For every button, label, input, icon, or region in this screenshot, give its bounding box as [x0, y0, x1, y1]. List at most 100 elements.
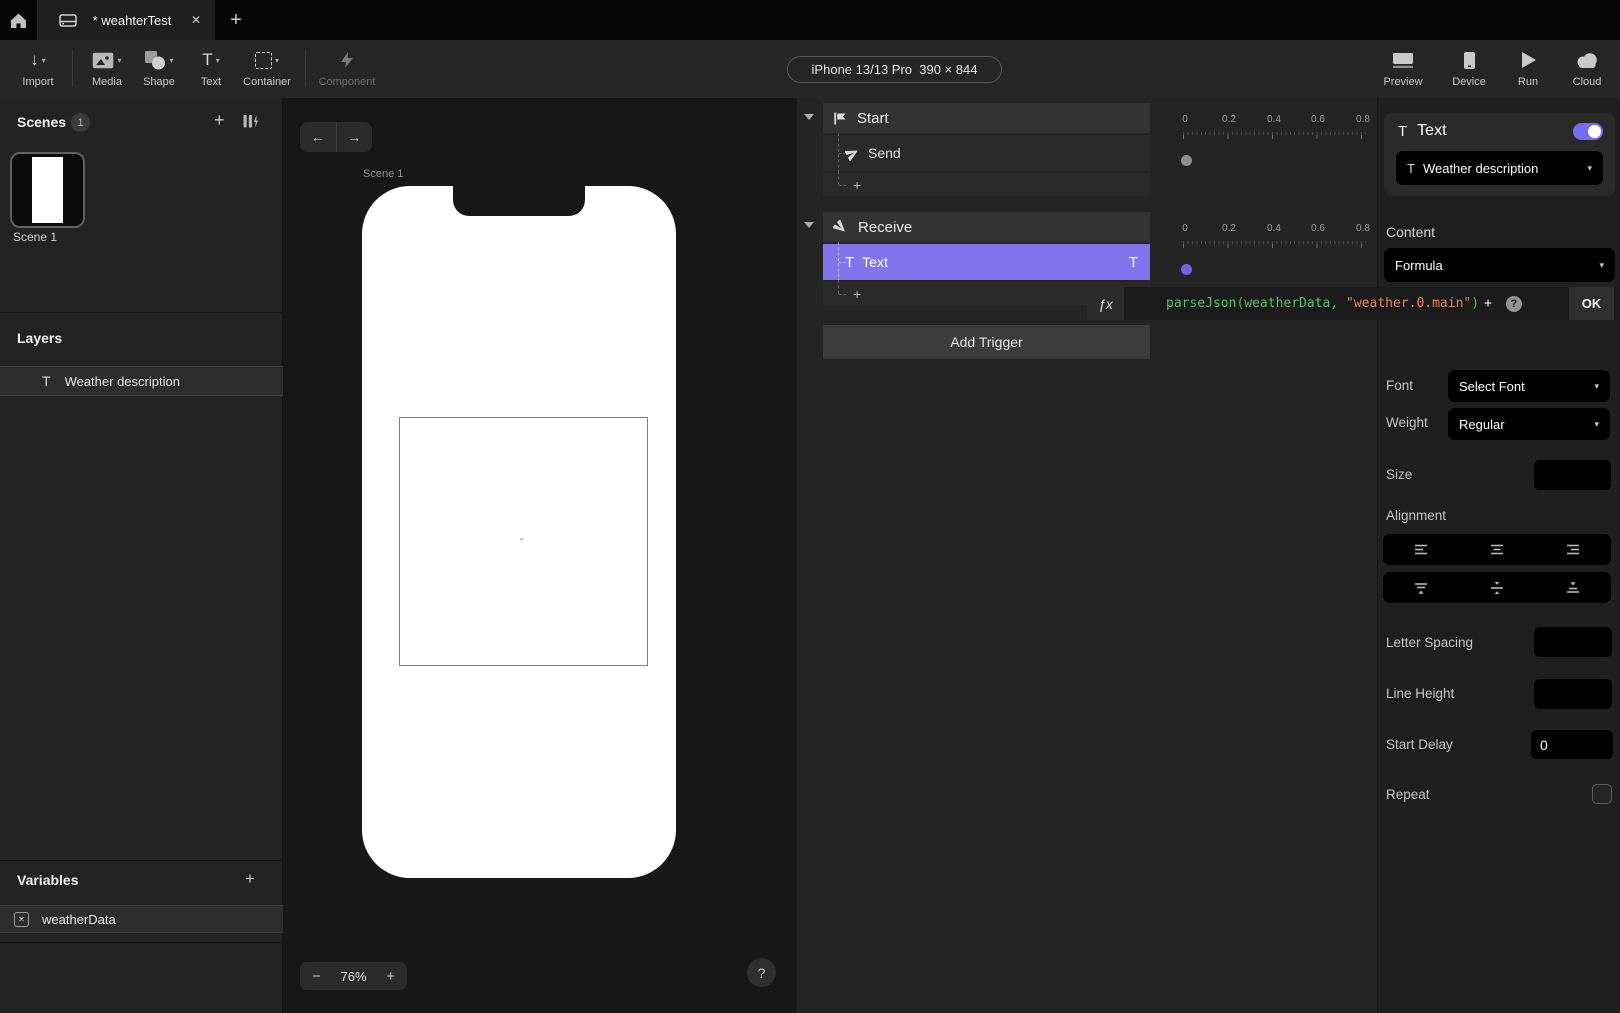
align-left-button[interactable]: [1383, 534, 1459, 565]
home-icon: [11, 13, 26, 28]
align-right-icon: [1567, 544, 1579, 555]
scene-view-toggle-button[interactable]: [242, 113, 259, 135]
receive-icon: [833, 219, 845, 232]
project-icon: [59, 13, 77, 27]
add-trigger-button[interactable]: Add Trigger: [823, 325, 1150, 359]
keyframe-dot-send[interactable]: [1181, 155, 1192, 166]
align-right-button[interactable]: [1535, 534, 1611, 565]
preview-button[interactable]: Preview: [1378, 47, 1428, 88]
formula-fx-button[interactable]: ƒx: [1087, 287, 1124, 320]
target-layer-dropdown[interactable]: T Weather description ▾: [1396, 151, 1603, 185]
line-height-input[interactable]: [1534, 679, 1612, 709]
text-tool-button[interactable]: T ▾ Text: [185, 47, 237, 88]
response-card: T Text T Weather description ▾: [1384, 113, 1615, 196]
content-type-dropdown[interactable]: Formula ▾: [1384, 248, 1615, 282]
properties-panel: T Text T Weather description ▾ Content F…: [1377, 98, 1620, 1013]
help-button[interactable]: ?: [747, 958, 776, 987]
run-tools: Preview Device Run Cloud: [1378, 47, 1612, 88]
forward-icon: →: [347, 129, 362, 145]
device-icon: [1463, 51, 1475, 69]
align-bottom-button[interactable]: [1535, 572, 1611, 603]
size-label: Size: [1386, 467, 1413, 482]
device-selector[interactable]: iPhone 13/13 Pro 390 × 844: [787, 56, 1002, 83]
formula-ok-button[interactable]: OK: [1569, 287, 1614, 320]
tree-connector: [823, 133, 846, 173]
keyframe-dot-text[interactable]: [1181, 264, 1192, 275]
toolbar-divider: [305, 51, 306, 87]
selected-text-layer-outline[interactable]: [399, 417, 648, 666]
container-button[interactable]: ▾ Container: [237, 47, 297, 88]
collapse-start-icon[interactable]: [804, 114, 814, 120]
tab-weahtertest[interactable]: * weahterTest ✕: [37, 0, 215, 40]
run-button[interactable]: Run: [1510, 47, 1546, 88]
section-divider: [0, 860, 283, 861]
trigger-list: Start Send + Receive T Text T +: [823, 103, 1150, 305]
start-delay-label: Start Delay: [1386, 737, 1453, 752]
size-input[interactable]: [1534, 460, 1611, 490]
variable-row-weatherdata[interactable]: ✕ weatherData: [0, 905, 283, 933]
plus-icon: +: [853, 176, 862, 193]
chevron-down-icon: ▾: [274, 55, 279, 65]
chevron-down-icon: ▾: [1594, 418, 1599, 429]
scene-list-lightning-icon: [243, 115, 259, 128]
cloud-button[interactable]: Cloud: [1562, 47, 1612, 88]
home-button[interactable]: [0, 0, 37, 40]
history-nav: ← →: [300, 122, 372, 152]
new-tab-button[interactable]: +: [215, 0, 257, 40]
scene-1-thumbnail[interactable]: [10, 152, 85, 228]
layers-title: Layers: [17, 330, 63, 346]
formula-string-arg: "weather.0.main": [1346, 296, 1472, 311]
align-top-button[interactable]: [1383, 572, 1459, 603]
close-icon[interactable]: ✕: [187, 11, 205, 29]
weight-dropdown[interactable]: Regular ▾: [1448, 408, 1610, 440]
repeat-checkbox[interactable]: [1592, 784, 1612, 804]
zoom-control: − 76% +: [300, 962, 407, 990]
add-response-button[interactable]: +: [823, 171, 1150, 196]
line-height-label: Line Height: [1386, 686, 1455, 701]
section-divider: [0, 942, 283, 943]
layer-row-weather-description[interactable]: T Weather description: [0, 366, 283, 396]
shape-icon: [145, 51, 166, 70]
start-delay-input[interactable]: 0: [1531, 730, 1613, 759]
text-layer-icon: T: [42, 373, 51, 389]
zoom-level[interactable]: 76%: [340, 969, 366, 984]
response-enabled-toggle[interactable]: [1573, 122, 1603, 140]
scene-thumbnail-screen: [32, 157, 63, 223]
response-title: Text: [1417, 122, 1447, 139]
import-button[interactable]: ↓ ▾ Import: [12, 47, 64, 88]
device-button[interactable]: Device: [1444, 47, 1494, 88]
trigger-start[interactable]: Start: [823, 103, 1150, 133]
media-button[interactable]: ▾ Media: [81, 47, 133, 88]
tree-connector: [823, 242, 846, 282]
response-send[interactable]: Send: [823, 133, 1150, 173]
shape-button[interactable]: ▾ Shape: [133, 47, 185, 88]
add-variable-button[interactable]: +: [245, 869, 255, 889]
align-bottom-icon: [1567, 581, 1579, 593]
align-left-icon: [1415, 544, 1427, 555]
scene-1-label: Scene 1: [13, 230, 58, 244]
horizontal-alignment-group: [1383, 534, 1611, 565]
back-button[interactable]: ←: [300, 122, 337, 152]
zoom-out-button[interactable]: −: [312, 968, 321, 985]
timeline-ruler-labels: 0 0.2 0.4 0.6 0.8: [1182, 114, 1370, 125]
formula-input[interactable]: parseJson(weatherData, "weather.0.main")…: [1124, 287, 1559, 320]
collapse-receive-icon[interactable]: [804, 222, 814, 228]
add-scene-button[interactable]: +: [214, 110, 225, 131]
letter-spacing-input[interactable]: [1534, 627, 1612, 657]
forward-button[interactable]: →: [337, 122, 373, 152]
canvas[interactable]: ← → Scene 1 - − 76% + ?: [283, 98, 797, 1013]
weight-label: Weight: [1386, 415, 1428, 430]
align-middle-button[interactable]: [1459, 572, 1535, 603]
component-button[interactable]: Component: [314, 47, 380, 88]
align-center-button[interactable]: [1459, 534, 1535, 565]
formula-help-icon[interactable]: ?: [1505, 295, 1522, 312]
response-text-selected[interactable]: T Text T: [823, 242, 1150, 282]
chevron-down-icon: ▾: [1599, 259, 1604, 270]
trigger-receive[interactable]: Receive: [823, 212, 1150, 242]
zoom-in-button[interactable]: +: [386, 968, 395, 985]
font-dropdown[interactable]: Select Font ▾: [1448, 370, 1610, 402]
content-label: Content: [1386, 224, 1436, 240]
phone-notch: [453, 186, 585, 216]
section-divider: [0, 312, 283, 313]
trigger-panel: Start Send + Receive T Text T + Add Trig…: [797, 98, 1377, 1013]
